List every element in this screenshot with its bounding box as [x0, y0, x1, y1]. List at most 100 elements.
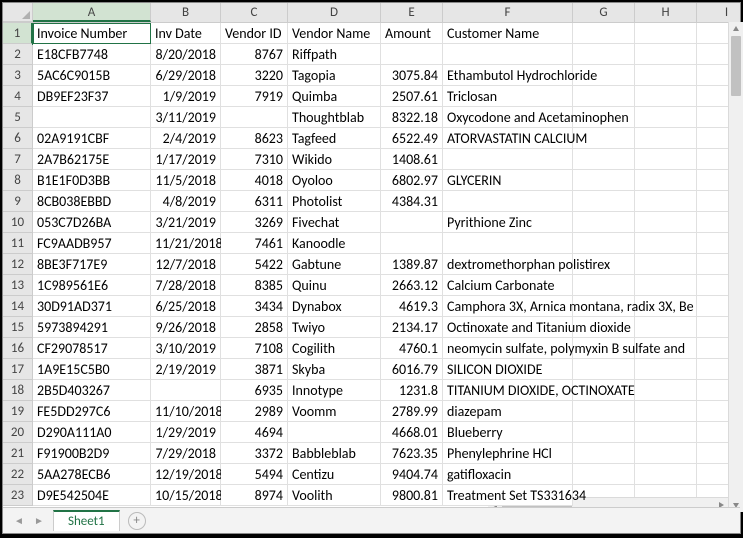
cell-B22[interactable]: 12/19/2018 [151, 464, 221, 485]
cell-G11[interactable] [573, 233, 635, 254]
cell-F16[interactable]: neomycin sulfate, polymyxin B sulfate an… [443, 338, 573, 359]
row-header[interactable]: 17 [3, 359, 33, 380]
cell-B21[interactable]: 7/29/2018 [151, 443, 221, 464]
cell-F5[interactable]: Oxycodone and Acetaminophen [443, 107, 573, 128]
cell-H7[interactable] [635, 149, 697, 170]
cell-C12[interactable]: 5422 [221, 254, 288, 275]
cell-B4[interactable]: 1/9/2019 [151, 86, 221, 107]
cell-C16[interactable]: 7108 [221, 338, 288, 359]
row-header[interactable]: 20 [3, 422, 33, 443]
cell-H2[interactable] [635, 44, 697, 65]
cell-B15[interactable]: 9/26/2018 [151, 317, 221, 338]
cell-D16[interactable]: Cogilith [288, 338, 381, 359]
cell-H15[interactable] [635, 317, 697, 338]
cell-A23[interactable]: D9E542504E [33, 485, 151, 506]
cell-D18[interactable]: Innotype [288, 380, 381, 401]
cell-A21[interactable]: F91900B2D9 [33, 443, 151, 464]
cell-F15[interactable]: Octinoxate and Titanium dioxide [443, 317, 573, 338]
row-header[interactable]: 19 [3, 401, 33, 422]
row-header[interactable]: 7 [3, 149, 33, 170]
cell-D11[interactable]: Kanoodle [288, 233, 381, 254]
cell-D8[interactable]: Oyoloo [288, 170, 381, 191]
cell-B3[interactable]: 6/29/2018 [151, 65, 221, 86]
cell-F18[interactable]: TITANIUM DIOXIDE, OCTINOXATE [443, 380, 573, 401]
cell-E15[interactable]: 2134.17 [381, 317, 443, 338]
cell-H9[interactable] [635, 191, 697, 212]
cell-G10[interactable] [573, 212, 635, 233]
cell-B1[interactable]: Inv Date [151, 23, 221, 44]
row-header[interactable]: 15 [3, 317, 33, 338]
cell-E19[interactable]: 2789.99 [381, 401, 443, 422]
cell-G4[interactable] [573, 86, 635, 107]
cell-A10[interactable]: 053C7D26BA [33, 212, 151, 233]
cell-D17[interactable]: Skyba [288, 359, 381, 380]
cell-D9[interactable]: Photolist [288, 191, 381, 212]
cell-B8[interactable]: 11/5/2018 [151, 170, 221, 191]
cell-C7[interactable]: 7310 [221, 149, 288, 170]
cell-F3[interactable]: Ethambutol Hydrochloride [443, 65, 573, 86]
cell-F6[interactable]: ATORVASTATIN CALCIUM [443, 128, 573, 149]
row-header[interactable]: 2 [3, 44, 33, 65]
vertical-scrollbar[interactable] [728, 22, 743, 512]
cell-B19[interactable]: 11/10/2018 [151, 401, 221, 422]
cell-C13[interactable]: 8385 [221, 275, 288, 296]
cell-F8[interactable]: GLYCERIN [443, 170, 573, 191]
row-header[interactable]: 4 [3, 86, 33, 107]
col-header-B[interactable]: B [151, 3, 221, 22]
row-header[interactable]: 11 [3, 233, 33, 254]
cell-C3[interactable]: 3220 [221, 65, 288, 86]
cell-A19[interactable]: FE5DD297C6 [33, 401, 151, 422]
col-header-G[interactable]: G [573, 3, 635, 22]
cell-B20[interactable]: 1/29/2019 [151, 422, 221, 443]
cell-H5[interactable] [635, 107, 697, 128]
cell-H21[interactable] [635, 443, 697, 464]
cell-C5[interactable] [221, 107, 288, 128]
cell-H10[interactable] [635, 212, 697, 233]
cell-F20[interactable]: Blueberry [443, 422, 573, 443]
cell-A3[interactable]: 5AC6C9015B [33, 65, 151, 86]
cell-H11[interactable] [635, 233, 697, 254]
cell-F2[interactable] [443, 44, 573, 65]
cell-A13[interactable]: 1C989561E6 [33, 275, 151, 296]
cell-F4[interactable]: Triclosan [443, 86, 573, 107]
cell-C6[interactable]: 8623 [221, 128, 288, 149]
cell-D10[interactable]: Fivechat [288, 212, 381, 233]
col-header-H[interactable]: H [635, 3, 697, 22]
cell-B17[interactable]: 2/19/2019 [151, 359, 221, 380]
sheet-nav-next-icon[interactable]: ► [31, 513, 47, 529]
col-header-F[interactable]: F [443, 3, 573, 22]
cell-E2[interactable] [381, 44, 443, 65]
cell-E16[interactable]: 4760.1 [381, 338, 443, 359]
cell-F19[interactable]: diazepam [443, 401, 573, 422]
row-header[interactable]: 22 [3, 464, 33, 485]
cell-C11[interactable]: 7461 [221, 233, 288, 254]
cell-C10[interactable]: 3269 [221, 212, 288, 233]
cell-E3[interactable]: 3075.84 [381, 65, 443, 86]
cell-G17[interactable] [573, 359, 635, 380]
cell-F21[interactable]: Phenylephrine HCl [443, 443, 573, 464]
cell-H1[interactable] [635, 23, 697, 44]
cell-D19[interactable]: Voomm [288, 401, 381, 422]
cell-H4[interactable] [635, 86, 697, 107]
cell-E6[interactable]: 6522.49 [381, 128, 443, 149]
cell-C4[interactable]: 7919 [221, 86, 288, 107]
cell-G22[interactable] [573, 464, 635, 485]
cell-A2[interactable]: E18CFB7748 [33, 44, 151, 65]
cell-G13[interactable] [573, 275, 635, 296]
cell-B18[interactable] [151, 380, 221, 401]
col-header-A[interactable]: A [33, 3, 151, 22]
cell-G7[interactable] [573, 149, 635, 170]
row-header[interactable]: 8 [3, 170, 33, 191]
cell-A7[interactable]: 2A7B62175E [33, 149, 151, 170]
cell-F22[interactable]: gatifloxacin [443, 464, 573, 485]
row-header[interactable]: 16 [3, 338, 33, 359]
cell-H20[interactable] [635, 422, 697, 443]
cell-C8[interactable]: 4018 [221, 170, 288, 191]
cell-D23[interactable]: Voolith [288, 485, 381, 506]
cell-C17[interactable]: 3871 [221, 359, 288, 380]
cell-E7[interactable]: 1408.61 [381, 149, 443, 170]
cell-D4[interactable]: Quimba [288, 86, 381, 107]
cell-D3[interactable]: Tagopia [288, 65, 381, 86]
cell-A9[interactable]: 8CB038EBBD [33, 191, 151, 212]
row-header[interactable]: 12 [3, 254, 33, 275]
